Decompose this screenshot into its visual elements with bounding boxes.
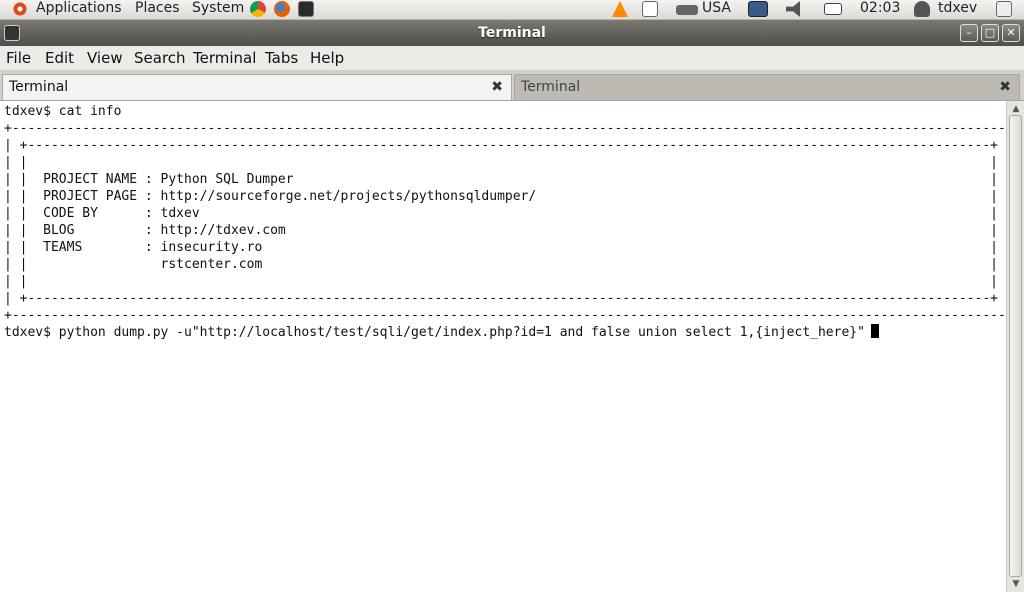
chrome-launcher-icon[interactable] [250, 1, 266, 17]
text-cursor [870, 324, 879, 338]
window-titlebar[interactable]: Terminal – □ ✕ [0, 20, 1024, 46]
tab-close-icon[interactable]: ✖ [999, 75, 1011, 99]
vlc-icon[interactable] [612, 1, 628, 17]
ubuntu-logo-icon[interactable] [12, 1, 28, 17]
tab-terminal-2[interactable]: Terminal ✖ [514, 74, 1020, 100]
terminal-line: tdxev$ cat info [4, 104, 122, 119]
volume-icon[interactable] [786, 1, 800, 17]
minimize-button[interactable]: – [960, 24, 978, 42]
scroll-up-icon[interactable]: ▲ [1010, 103, 1022, 115]
terminal-line: | | TEAMS : insecurity.ro | | [4, 240, 1006, 255]
terminal-line: | | rstcenter.com | | [4, 257, 1006, 272]
clock[interactable]: 02:03 [860, 0, 900, 19]
network-icon[interactable] [748, 1, 768, 17]
terminal-line: | | | | [4, 155, 1006, 170]
tab-label: Terminal [9, 79, 69, 95]
menu-file[interactable]: File [6, 49, 31, 67]
shutdown-icon[interactable] [996, 1, 1012, 17]
close-button[interactable]: ✕ [1002, 24, 1020, 42]
window-title: Terminal [478, 25, 546, 41]
terminal-line: | | BLOG : http://tdxev.com | | [4, 223, 1006, 238]
menu-terminal[interactable]: Terminal [193, 49, 256, 67]
menu-help[interactable]: Help [310, 49, 344, 67]
maximize-button[interactable]: □ [981, 24, 999, 42]
tab-label: Terminal [521, 79, 581, 95]
terminal-command-line: tdxev$ python dump.py -u"http://localhos… [4, 324, 879, 341]
scroll-down-icon[interactable]: ▼ [1010, 578, 1022, 590]
menu-view[interactable]: View [87, 49, 123, 67]
top-panel: Applications Places System USA 02:03 tdx… [0, 0, 1024, 20]
system-menu[interactable]: System [192, 0, 244, 19]
terminal-line: | | CODE BY : tdxev | | [4, 206, 1006, 221]
firefox-launcher-icon[interactable] [274, 1, 290, 17]
menubar: File Edit View Search Terminal Tabs Help [0, 46, 1024, 71]
terminal-screen[interactable]: tdxev$ cat info +-----------------------… [0, 101, 1006, 592]
terminal-line: | | PROJECT NAME : Python SQL Dumper | | [4, 172, 1006, 187]
terminal-line: | +-------------------------------------… [4, 138, 1006, 153]
user-name[interactable]: tdxev [938, 0, 977, 19]
keyboard-icon[interactable] [676, 5, 698, 15]
scroll-thumb[interactable] [1009, 115, 1022, 577]
terminal-line: +---------------------------------------… [4, 308, 1006, 323]
vertical-scrollbar[interactable]: ▲ ▼ [1006, 101, 1024, 592]
command-text: tdxev$ python dump.py -u"http://localhos… [4, 325, 865, 340]
terminal-line: | | | | [4, 274, 1006, 289]
user-icon[interactable] [914, 1, 930, 17]
terminal-launcher-icon[interactable] [298, 1, 314, 17]
document-icon[interactable] [642, 1, 658, 17]
terminal-line: | +-------------------------------------… [4, 291, 1006, 306]
applications-menu[interactable]: Applications [36, 0, 122, 19]
keyboard-layout-indicator[interactable]: USA [702, 0, 731, 19]
menu-search[interactable]: Search [134, 49, 186, 67]
menu-edit[interactable]: Edit [45, 49, 74, 67]
tab-terminal-1[interactable]: Terminal ✖ [2, 74, 512, 100]
menu-tabs[interactable]: Tabs [265, 49, 298, 67]
places-menu[interactable]: Places [135, 0, 180, 19]
tab-bar: Terminal ✖ Terminal ✖ [0, 70, 1024, 101]
terminal-line: | | PROJECT PAGE : http://sourceforge.ne… [4, 189, 1006, 204]
mail-icon[interactable] [824, 3, 842, 15]
terminal-line: +---------------------------------------… [4, 121, 1006, 136]
tab-close-icon[interactable]: ✖ [491, 75, 503, 99]
